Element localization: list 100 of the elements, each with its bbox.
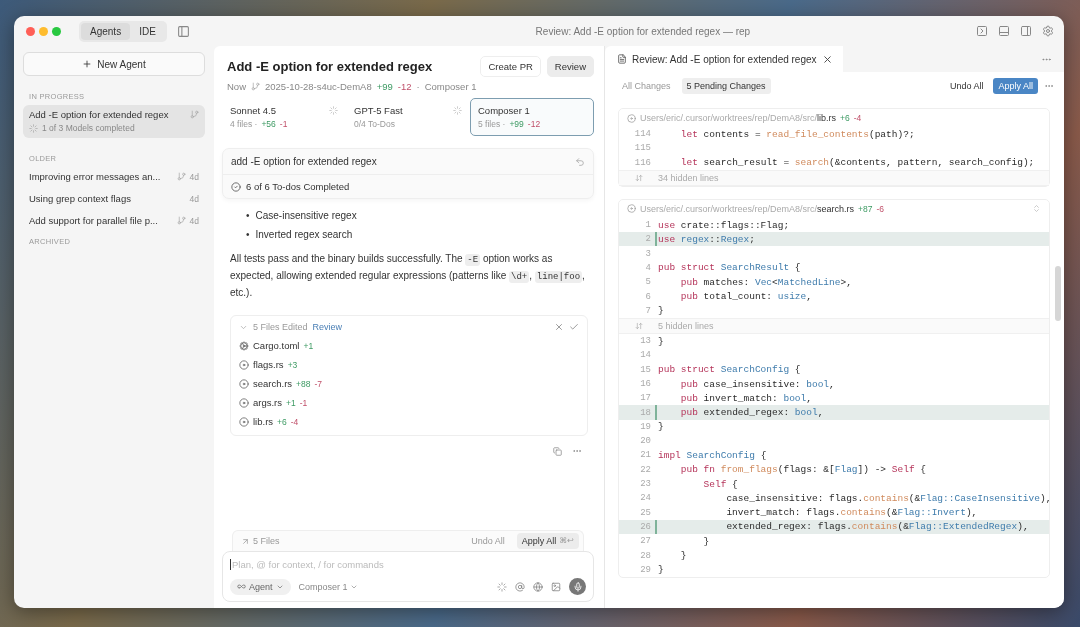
line-number: 115	[633, 143, 652, 154]
infinity-icon	[237, 582, 246, 591]
mention-icon[interactable]	[515, 581, 525, 592]
microphone-icon	[572, 581, 583, 592]
agent-item[interactable]: Add support for parallel file p... 4d	[23, 211, 205, 231]
agent-title: Add -E option for extended regex	[227, 59, 434, 74]
file-name[interactable]: args.rs	[253, 397, 283, 408]
undo-all-button[interactable]: Undo All	[945, 78, 988, 94]
code-text: case_insensitive: flags.contains(&Flag::CaseInsensitive),	[725, 492, 1052, 504]
accept-icon[interactable]	[569, 322, 579, 332]
code-text: pub struct SearchResult {	[658, 262, 801, 274]
file-badge-icon	[627, 113, 636, 123]
removed-count: -4	[853, 113, 862, 123]
agent-title: Improving error messages an...	[29, 171, 162, 182]
code-text: }	[658, 564, 664, 576]
expand-icon[interactable]	[634, 321, 643, 330]
code-text: }	[658, 421, 664, 433]
mode-tab[interactable]: IDE	[130, 22, 165, 40]
apply-all-button[interactable]: Apply All	[993, 78, 1038, 94]
line-number: 6	[644, 291, 652, 302]
right-panel-icon[interactable]	[1020, 25, 1032, 37]
line-number: 3	[644, 248, 652, 259]
terminal-panel-icon[interactable]	[976, 25, 988, 37]
code-text: let search_result = search(&contents, pattern, search_config);	[679, 157, 1035, 169]
model-card[interactable]: Composer 1 5 files · +99 -12	[470, 98, 594, 136]
collapse-icon	[1032, 204, 1041, 214]
added-count: +56	[261, 119, 276, 129]
line-number: 13	[639, 336, 652, 347]
document-icon	[617, 54, 627, 64]
tab-title: Review: Add -E option for extended regex	[632, 53, 817, 65]
sidebar-toggle-icon[interactable]	[176, 24, 190, 38]
code-text: pub struct SearchConfig {	[658, 364, 801, 376]
line-number: 16	[639, 379, 652, 389]
model-detail: 5 files ·	[478, 119, 506, 129]
line-number: 28	[639, 550, 652, 561]
code-text: pub invert_match: bool,	[679, 392, 812, 404]
agent-item[interactable]: Using grep context flags 4d	[23, 189, 205, 209]
code-text: invert_match: flags.contains(&Flag::Invert),	[725, 507, 978, 519]
minimize-button[interactable]	[39, 26, 48, 36]
zoom-button[interactable]	[52, 26, 61, 36]
code-text: }	[658, 305, 664, 317]
added-count: +3	[287, 359, 298, 370]
mode-tab[interactable]: Agents	[81, 22, 131, 40]
bottom-panel-icon[interactable]	[998, 25, 1010, 37]
added-count: +87	[858, 203, 873, 214]
file-name[interactable]: search.rs	[253, 378, 293, 389]
agent-time: 4d	[189, 171, 199, 182]
added-count: +88	[296, 378, 311, 389]
agent-item[interactable]: Add -E option for extended regex 1 of 3 Models completed	[23, 105, 205, 138]
image-icon[interactable]	[551, 581, 561, 592]
file-path: Users/eric/.cursor/worktrees/rep/DemA8/src/lib.rs	[640, 113, 837, 123]
review-tab[interactable]: Review: Add -E option for extended regex	[605, 46, 843, 72]
close-icon[interactable]	[821, 53, 833, 65]
prompt-input[interactable]: Plan, @ for context, / for commands	[230, 559, 586, 570]
removed-count: -12	[527, 119, 541, 129]
code-text: use regex::Regex;	[658, 233, 755, 245]
line-number: 29	[639, 564, 652, 575]
line-number: 25	[639, 507, 652, 518]
line-number: 15	[639, 364, 652, 375]
file-name[interactable]: Cargo.toml	[253, 340, 300, 351]
code-text: }	[679, 550, 687, 562]
line-number: 7	[644, 305, 652, 316]
reject-icon[interactable]	[554, 322, 564, 332]
header-button[interactable]: Create PR	[480, 56, 541, 77]
spinner-icon	[29, 123, 38, 133]
agent-title: Add support for parallel file p...	[29, 215, 159, 226]
copy-icon[interactable]	[553, 446, 562, 456]
window-title: Review: Add -E option for extended regex — rep	[534, 25, 752, 37]
agent-time: 4d	[189, 215, 199, 226]
bullet-marker: •	[246, 209, 250, 222]
apply-all-button[interactable]: Apply All ⌘↩	[516, 533, 579, 549]
model-detail: 4 files ·	[230, 119, 258, 129]
settings-icon[interactable]	[1042, 25, 1054, 37]
line-number: 19	[639, 421, 652, 432]
new-agent-button[interactable]: New Agent	[23, 52, 205, 76]
line-number: 4	[644, 262, 652, 273]
agent-item[interactable]: Improving error messages an... 4d	[23, 167, 205, 187]
review-link[interactable]: Review	[312, 322, 549, 332]
file-name[interactable]: lib.rs	[253, 416, 274, 427]
microphone-button[interactable]	[569, 578, 586, 595]
branch-icon	[251, 82, 260, 91]
globe-icon[interactable]	[533, 581, 543, 592]
list-item: Case-insensitive regex	[255, 209, 357, 222]
filter-tab[interactable]: 5 Pending Changes	[681, 78, 771, 94]
bullet-marker: •	[246, 228, 250, 241]
line-number: 14	[639, 350, 652, 361]
undo-icon	[575, 156, 585, 167]
files-count: 5 Files	[253, 536, 280, 546]
file-name[interactable]: flags.rs	[253, 359, 284, 370]
model-name: GPT-5 Fast	[354, 105, 404, 116]
spinner-icon	[497, 581, 507, 592]
mode-dropdown[interactable]: Agent	[230, 578, 291, 595]
model-dropdown[interactable]: Composer 1	[298, 581, 489, 592]
code-text: pub extended_regex: bool,	[679, 407, 824, 419]
header-button[interactable]: Review	[546, 56, 594, 77]
expand-icon[interactable]	[634, 173, 643, 182]
close-button[interactable]	[26, 26, 35, 36]
code-text: extended_regex: flags.contains(&Flag::ExtendedRegex),	[725, 521, 1029, 533]
added-count: +99	[509, 119, 524, 129]
scrollbar-thumb[interactable]	[1055, 266, 1061, 321]
